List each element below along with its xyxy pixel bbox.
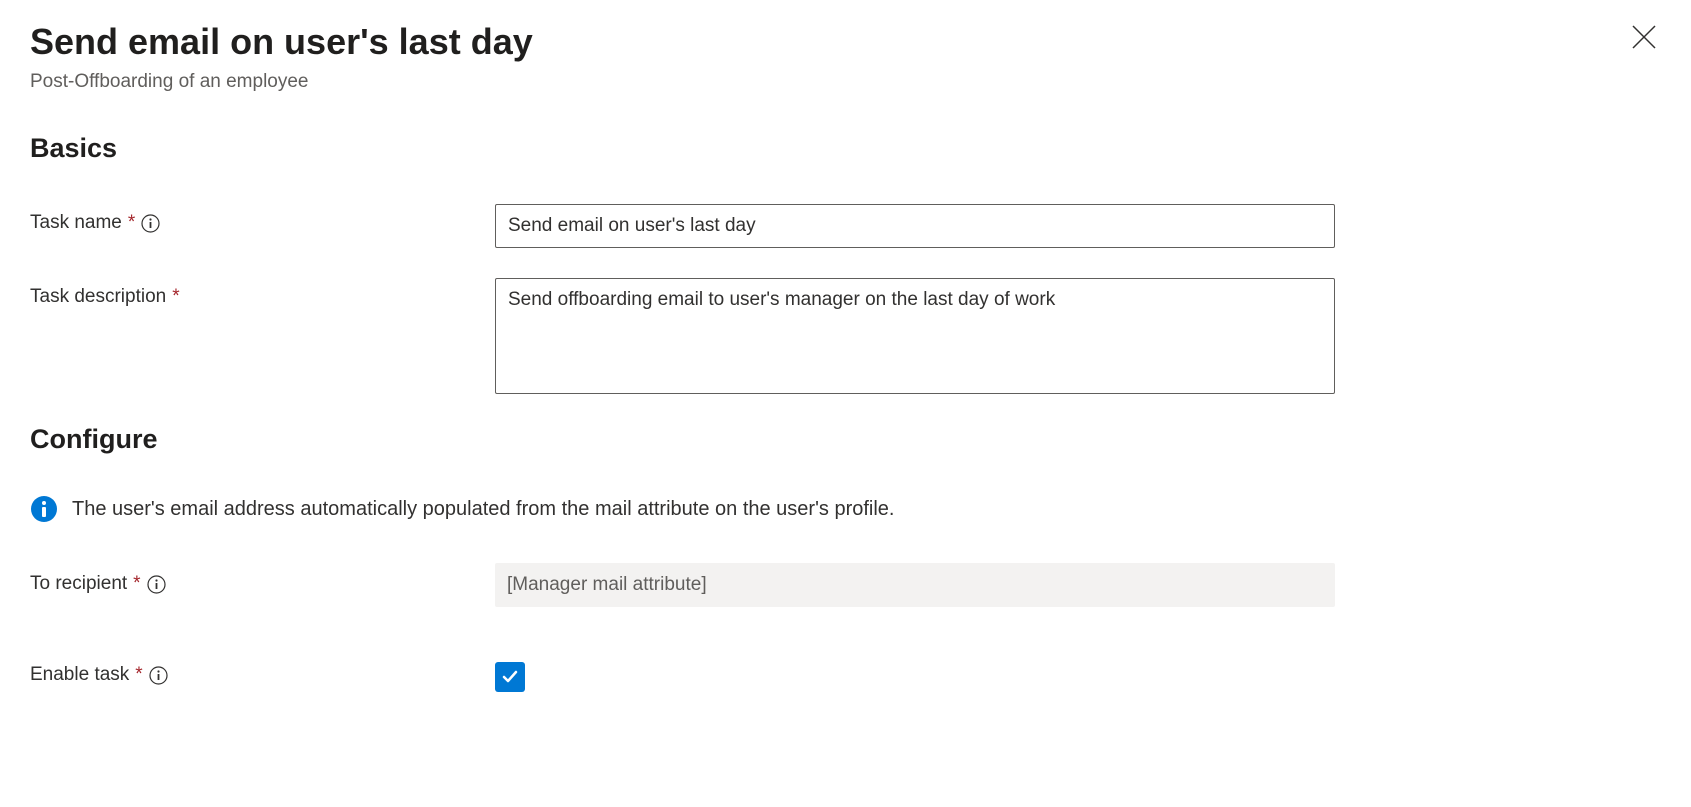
configure-heading: Configure <box>30 424 1661 455</box>
page-subtitle: Post-Offboarding of an employee <box>30 71 1627 93</box>
to-recipient-label: To recipient <box>30 573 127 595</box>
basics-heading: Basics <box>30 133 1661 164</box>
task-description-label: Task description <box>30 286 166 308</box>
task-name-label: Task name <box>30 212 122 234</box>
checkmark-icon <box>500 667 520 687</box>
info-icon[interactable] <box>147 575 166 594</box>
info-icon[interactable] <box>141 214 160 233</box>
configure-info-message: The user's email address automatically p… <box>72 498 895 521</box>
to-recipient-field: [Manager mail attribute] <box>495 563 1335 607</box>
task-description-input[interactable] <box>495 278 1335 394</box>
required-asterisk: * <box>128 212 135 234</box>
required-asterisk: * <box>133 573 140 595</box>
info-icon[interactable] <box>149 666 168 685</box>
enable-task-label: Enable task <box>30 664 129 686</box>
info-filled-icon <box>30 495 58 523</box>
close-icon <box>1631 37 1657 54</box>
page-title: Send email on user's last day <box>30 20 1627 63</box>
enable-task-checkbox[interactable] <box>495 662 525 692</box>
to-recipient-value: [Manager mail attribute] <box>507 574 707 596</box>
required-asterisk: * <box>172 286 179 308</box>
required-asterisk: * <box>135 664 142 686</box>
close-button[interactable] <box>1627 20 1661 54</box>
task-name-input[interactable] <box>495 204 1335 248</box>
